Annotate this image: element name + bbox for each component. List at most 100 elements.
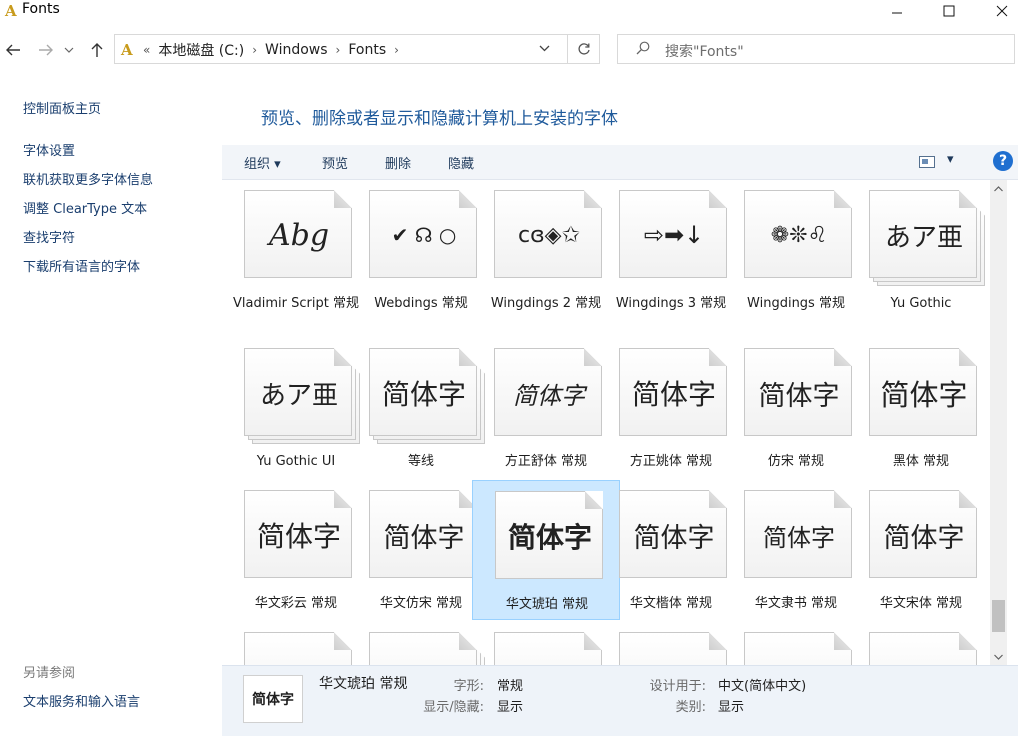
font-thumbnail: ❁❊♌ bbox=[744, 190, 854, 280]
font-thumbnail bbox=[744, 632, 854, 665]
find-character-link[interactable]: 查找字符 bbox=[23, 227, 75, 246]
breadcrumb-item-local-disk[interactable]: 本地磁盘 (C:) bbox=[158, 40, 244, 60]
font-style-label: 字形: bbox=[453, 679, 484, 694]
breadcrumb-overflow[interactable]: « bbox=[143, 43, 150, 57]
page-title: 预览、删除或者显示和隐藏计算机上安装的字体 bbox=[261, 109, 618, 129]
help-button[interactable]: ? bbox=[993, 151, 1013, 171]
selected-font-thumbnail: 简体字 bbox=[243, 675, 303, 723]
font-thumbnail bbox=[244, 632, 354, 665]
page-fold-icon bbox=[959, 490, 977, 508]
refresh-button[interactable] bbox=[567, 35, 600, 63]
chevron-down-icon bbox=[64, 47, 74, 53]
font-thumbnail: 简体字 bbox=[744, 348, 854, 438]
chevron-down-icon bbox=[539, 45, 550, 52]
download-all-fonts-link[interactable]: 下载所有语言的字体 bbox=[23, 256, 140, 275]
text-services-link[interactable]: 文本服务和输入语言 bbox=[23, 691, 140, 710]
close-icon bbox=[996, 5, 1008, 17]
font-thumbnail: 简体字 bbox=[619, 348, 729, 438]
font-thumbnail: 简体字 bbox=[744, 490, 854, 580]
fonts-folder-icon: A bbox=[121, 41, 133, 59]
back-arrow-icon bbox=[6, 44, 20, 56]
search-input[interactable]: 搜索"Fonts" bbox=[665, 41, 744, 61]
window-title: Fonts bbox=[22, 1, 60, 17]
font-name-label: 华文宋体 常规 bbox=[879, 596, 963, 611]
maximize-icon bbox=[943, 5, 955, 17]
page-fold-icon bbox=[959, 632, 977, 650]
vertical-scrollbar[interactable] bbox=[990, 180, 1007, 665]
forward-arrow-icon bbox=[39, 44, 53, 56]
refresh-icon bbox=[578, 43, 590, 55]
font-thumbnail bbox=[369, 632, 485, 665]
font-settings-link[interactable]: 字体设置 bbox=[23, 140, 75, 159]
adjust-cleartype-link[interactable]: 调整 ClearType 文本 bbox=[23, 198, 147, 217]
chevron-right-icon[interactable]: › bbox=[252, 43, 257, 57]
organize-label: 组织 bbox=[244, 157, 271, 172]
designed-for-label: 设计用于: bbox=[649, 679, 706, 694]
chevron-down-icon: ▾ bbox=[947, 152, 954, 167]
title-bar: A Fonts bbox=[0, 0, 1018, 22]
font-tile[interactable]: 简体字 黑体 常规 bbox=[847, 338, 990, 478]
get-more-font-info-link[interactable]: 联机获取更多字体信息 bbox=[23, 169, 153, 188]
scroll-down-icon[interactable] bbox=[990, 648, 1007, 665]
font-thumbnail: Abg bbox=[244, 190, 354, 280]
control-panel-home-link[interactable]: 控制面板主页 bbox=[23, 98, 101, 117]
preview-button[interactable]: 预览 bbox=[322, 153, 348, 172]
font-thumbnail: あア亜 bbox=[244, 348, 360, 444]
chevron-right-icon[interactable]: › bbox=[336, 43, 341, 57]
navigation-bar: A « 本地磁盘 (C:) › Windows › Fonts › 搜索"Fon… bbox=[0, 32, 1018, 68]
search-icon bbox=[636, 41, 650, 55]
search-box[interactable]: 搜索"Fonts" bbox=[617, 34, 1015, 64]
font-tile[interactable]: 简体字 华文宋体 常规 bbox=[847, 480, 990, 620]
change-view-button[interactable]: ▾ bbox=[919, 152, 961, 170]
see-also-heading: 另请参阅 bbox=[23, 666, 76, 681]
view-icon bbox=[919, 156, 935, 168]
chevron-down-icon: ▾ bbox=[274, 157, 281, 172]
organize-button[interactable]: 组织 ▾ bbox=[244, 153, 281, 172]
font-name-label: 黑体 常规 bbox=[892, 454, 950, 469]
category-value: 显示 bbox=[718, 700, 745, 715]
up-arrow-icon bbox=[91, 43, 103, 57]
font-thumbnail: ⇨➡↓ bbox=[619, 190, 729, 280]
font-thumbnail: あア亜 bbox=[869, 190, 985, 286]
minimize-icon bbox=[892, 12, 902, 14]
page-fold-icon bbox=[959, 190, 977, 208]
font-thumbnail: 简体字 bbox=[619, 490, 729, 580]
font-thumbnail bbox=[619, 632, 729, 665]
address-bar[interactable]: A « 本地磁盘 (C:) › Windows › Fonts › bbox=[114, 34, 600, 64]
font-thumbnail: 简体字 bbox=[869, 348, 979, 438]
recent-locations-button[interactable] bbox=[62, 40, 76, 60]
hide-button[interactable]: 隐藏 bbox=[448, 153, 474, 172]
delete-button[interactable]: 删除 bbox=[385, 153, 411, 172]
font-name-label: Yu Gothic bbox=[890, 296, 952, 311]
font-style-value: 常规 bbox=[497, 679, 524, 694]
maximize-button[interactable] bbox=[926, 0, 972, 22]
command-bar: 组织 ▾ 预览 删除 隐藏 ▾ ? bbox=[222, 145, 1018, 180]
font-thumbnail: 简体字 bbox=[495, 491, 605, 581]
font-thumbnail bbox=[494, 632, 604, 665]
font-thumbnail: 简体字 bbox=[494, 348, 604, 438]
scrollbar-thumb[interactable] bbox=[992, 600, 1005, 632]
font-thumbnail: 简体字 bbox=[369, 490, 479, 580]
category-label: 类别: bbox=[675, 700, 706, 715]
minimize-button[interactable] bbox=[874, 0, 920, 22]
breadcrumb-item-fonts[interactable]: Fonts bbox=[348, 42, 386, 58]
tasks-pane: 控制面板主页 字体设置 联机获取更多字体信息 调整 ClearType 文本 查… bbox=[0, 82, 222, 735]
close-button[interactable] bbox=[979, 0, 1018, 22]
breadcrumb: « 本地磁盘 (C:) › Windows › Fonts › bbox=[143, 40, 399, 60]
designed-for-value: 中文(简体中文) bbox=[718, 679, 807, 694]
fonts-folder-icon: A bbox=[5, 2, 17, 20]
up-button[interactable] bbox=[87, 40, 107, 60]
chevron-right-icon[interactable]: › bbox=[394, 43, 399, 57]
font-thumbnail: 简体字 bbox=[369, 348, 485, 444]
scroll-up-icon[interactable] bbox=[990, 180, 1007, 197]
show-hide-label: 显示/隐藏: bbox=[423, 700, 484, 715]
font-list: Abg Vladimir Script 常规 ✔ ☊ ○ Webdings 常规 ᴄɞ◈… bbox=[222, 180, 990, 665]
breadcrumb-item-windows[interactable]: Windows bbox=[265, 42, 328, 58]
font-tile[interactable]: あア亜 Yu Gothic bbox=[847, 180, 990, 336]
details-pane: 简体字 华文琥珀 常规 字形: 常规 显示/隐藏: 显示 设计用于: 中文(简体… bbox=[222, 665, 1018, 736]
forward-button[interactable] bbox=[36, 40, 56, 60]
font-thumbnail bbox=[869, 632, 979, 665]
address-history-button[interactable] bbox=[539, 41, 550, 56]
font-tile[interactable] bbox=[847, 622, 990, 665]
back-button[interactable] bbox=[3, 40, 23, 60]
